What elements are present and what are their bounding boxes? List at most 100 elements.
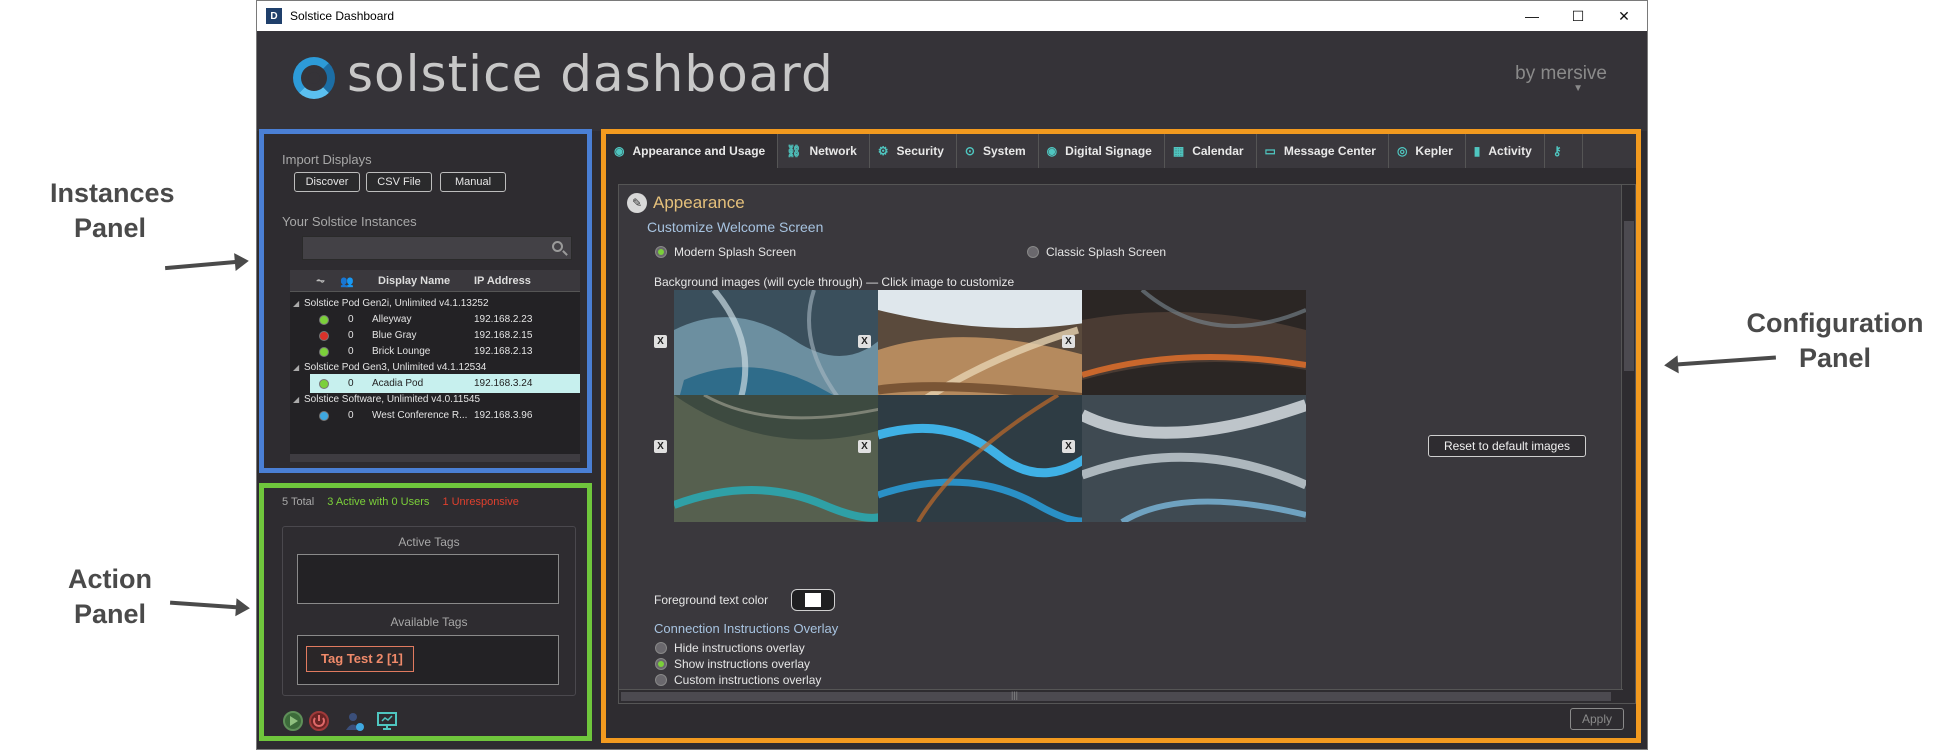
remove-image-button[interactable]: X bbox=[858, 335, 871, 348]
callout-text: Action Panel bbox=[68, 564, 152, 629]
users-column-icon[interactable]: 👥 bbox=[340, 275, 354, 288]
csv-file-button[interactable]: CSV File bbox=[366, 172, 432, 192]
minimize-button[interactable]: — bbox=[1509, 1, 1555, 31]
foreground-color-label: Foreground text color bbox=[654, 593, 769, 607]
radio-indicator bbox=[655, 658, 667, 670]
unresponsive-count: 1 Unresponsive bbox=[442, 496, 519, 508]
remove-image-button[interactable]: X bbox=[858, 440, 871, 453]
tab-label: Digital Signage bbox=[1065, 144, 1152, 158]
apply-button[interactable]: Apply bbox=[1570, 708, 1624, 730]
power-icon[interactable] bbox=[308, 710, 330, 732]
mersive-brand[interactable]: by mersive ▼ bbox=[1515, 63, 1607, 94]
expand-triangle-icon[interactable]: ◢ bbox=[293, 358, 299, 377]
gear-icon: ⚙ bbox=[877, 144, 889, 158]
play-icon[interactable] bbox=[282, 710, 304, 732]
table-header: ⏦ 👥 Display Name IP Address bbox=[290, 270, 580, 292]
tag-chip[interactable]: Tag Test 2 [1] bbox=[306, 646, 414, 672]
tab-message-center[interactable]: ▭ Message Center bbox=[1257, 134, 1389, 168]
tab-appearance-and-usage[interactable]: ◉ Appearance and Usage bbox=[606, 134, 779, 168]
active-tags-area[interactable] bbox=[297, 554, 559, 604]
app-header: solstice dashboard by mersive ▼ bbox=[257, 31, 1647, 131]
callout-text: Instances Panel bbox=[50, 178, 175, 243]
status-dot-icon bbox=[319, 331, 329, 341]
maximize-button[interactable]: ☐ bbox=[1555, 1, 1601, 31]
kepler-icon: ◎ bbox=[1396, 144, 1408, 158]
overlay-option-radio[interactable]: Hide instructions overlay bbox=[655, 641, 805, 655]
tab-activity[interactable]: ▮ Activity bbox=[1466, 134, 1545, 168]
tab-label: Activity bbox=[1488, 144, 1532, 158]
remove-user-icon[interactable] bbox=[344, 710, 366, 732]
tab-label: Network bbox=[809, 144, 857, 158]
ip-address-column[interactable]: IP Address bbox=[474, 275, 531, 287]
foreground-color-picker[interactable] bbox=[791, 589, 835, 611]
app-icon: D bbox=[266, 8, 282, 24]
status-dot-icon bbox=[319, 379, 329, 389]
import-displays-label: Import Displays bbox=[282, 152, 372, 167]
vertical-scrollbar[interactable] bbox=[1621, 185, 1635, 703]
scroll-thumb[interactable] bbox=[621, 692, 1611, 701]
classic-splash-radio[interactable]: Classic Splash Screen bbox=[1027, 245, 1166, 259]
reset-images-button[interactable]: Reset to default images bbox=[1428, 435, 1586, 457]
system-icon: ⊙ bbox=[964, 144, 975, 158]
tab-kepler[interactable]: ◎ Kepler bbox=[1389, 134, 1466, 168]
app-window: D Solstice Dashboard — ☐ ✕ solstice dash… bbox=[256, 0, 1648, 750]
logo-text: solstice dashboard bbox=[347, 45, 834, 103]
discover-button[interactable]: Discover bbox=[294, 172, 360, 192]
section-header: ✎ Appearance bbox=[627, 193, 745, 213]
tab-label: System bbox=[982, 144, 1026, 158]
tab-network[interactable]: ⛓ Network bbox=[778, 134, 870, 168]
window-title: Solstice Dashboard bbox=[290, 9, 395, 23]
display-screen-icon[interactable] bbox=[376, 710, 398, 732]
expand-triangle-icon[interactable]: ◢ bbox=[293, 294, 299, 313]
radio-indicator bbox=[655, 642, 667, 654]
overlay-option-radio[interactable]: Custom instructions overlay bbox=[655, 673, 821, 687]
cell-users: 0 bbox=[348, 410, 354, 421]
instance-search bbox=[302, 236, 572, 260]
search-icon[interactable] bbox=[552, 241, 563, 252]
search-input[interactable] bbox=[303, 237, 533, 259]
scroll-grip: ||| bbox=[1011, 690, 1019, 700]
activity-column-icon[interactable]: ⏦ bbox=[316, 275, 325, 288]
your-instances-label: Your Solstice Instances bbox=[282, 214, 417, 229]
status-dot-icon bbox=[319, 411, 329, 421]
background-image-thumbnail[interactable] bbox=[674, 395, 898, 522]
tab-calendar[interactable]: ▦ Calendar bbox=[1165, 134, 1257, 168]
status-dot-icon bbox=[319, 347, 329, 357]
remove-image-button[interactable]: X bbox=[1062, 440, 1075, 453]
remove-image-button[interactable]: X bbox=[654, 335, 667, 348]
expand-triangle-icon[interactable]: ◢ bbox=[293, 390, 299, 409]
welcome-heading: Customize Welcome Screen bbox=[647, 219, 824, 235]
eye-icon: ◉ bbox=[614, 144, 625, 158]
title-bar: D Solstice Dashboard — ☐ ✕ bbox=[257, 1, 1647, 31]
radio-label: Custom instructions overlay bbox=[674, 673, 822, 687]
tab-license[interactable]: ⚷ bbox=[1545, 134, 1583, 168]
scroll-thumb[interactable] bbox=[1624, 221, 1634, 371]
radio-indicator bbox=[655, 674, 667, 686]
callout-text: Configuration Panel bbox=[1746, 308, 1924, 373]
close-button[interactable]: ✕ bbox=[1601, 1, 1647, 31]
display-name-column[interactable]: Display Name bbox=[378, 275, 450, 287]
overlay-option-radio[interactable]: Show instructions overlay bbox=[655, 657, 810, 671]
active-tags-label: Active Tags bbox=[398, 535, 460, 549]
chart-icon: ▮ bbox=[1473, 144, 1481, 158]
radio-label: Modern Splash Screen bbox=[674, 245, 797, 259]
background-image-thumbnail[interactable] bbox=[1082, 395, 1306, 522]
brand-text: by mersive bbox=[1515, 63, 1607, 84]
remove-image-button[interactable]: X bbox=[1062, 335, 1075, 348]
tab-security[interactable]: ⚙ Security bbox=[870, 134, 957, 168]
callout-arrow bbox=[164, 259, 238, 271]
modern-splash-radio[interactable]: Modern Splash Screen bbox=[655, 245, 796, 259]
message-icon: ▭ bbox=[1264, 144, 1276, 158]
table-horizontal-scrollbar[interactable] bbox=[290, 454, 580, 462]
instance-row[interactable]: 0 West Conference R... 192.168.3.96 bbox=[310, 406, 580, 425]
horizontal-scrollbar[interactable]: ||| bbox=[619, 689, 1623, 703]
appearance-content: ✎ Appearance Customize Welcome Screen Mo… bbox=[618, 184, 1636, 704]
tab-digital-signage[interactable]: ◉ Digital Signage bbox=[1039, 134, 1165, 168]
instances-table: ⏦ 👥 Display Name IP Address ◢ Solstice Po… bbox=[290, 270, 580, 462]
cell-name: West Conference R... bbox=[372, 410, 468, 421]
background-image-thumbnail[interactable] bbox=[878, 395, 1102, 522]
tab-system[interactable]: ⊙ System bbox=[957, 134, 1039, 168]
tab-label: Message Center bbox=[1283, 144, 1376, 158]
remove-image-button[interactable]: X bbox=[654, 440, 667, 453]
manual-button[interactable]: Manual bbox=[440, 172, 506, 192]
